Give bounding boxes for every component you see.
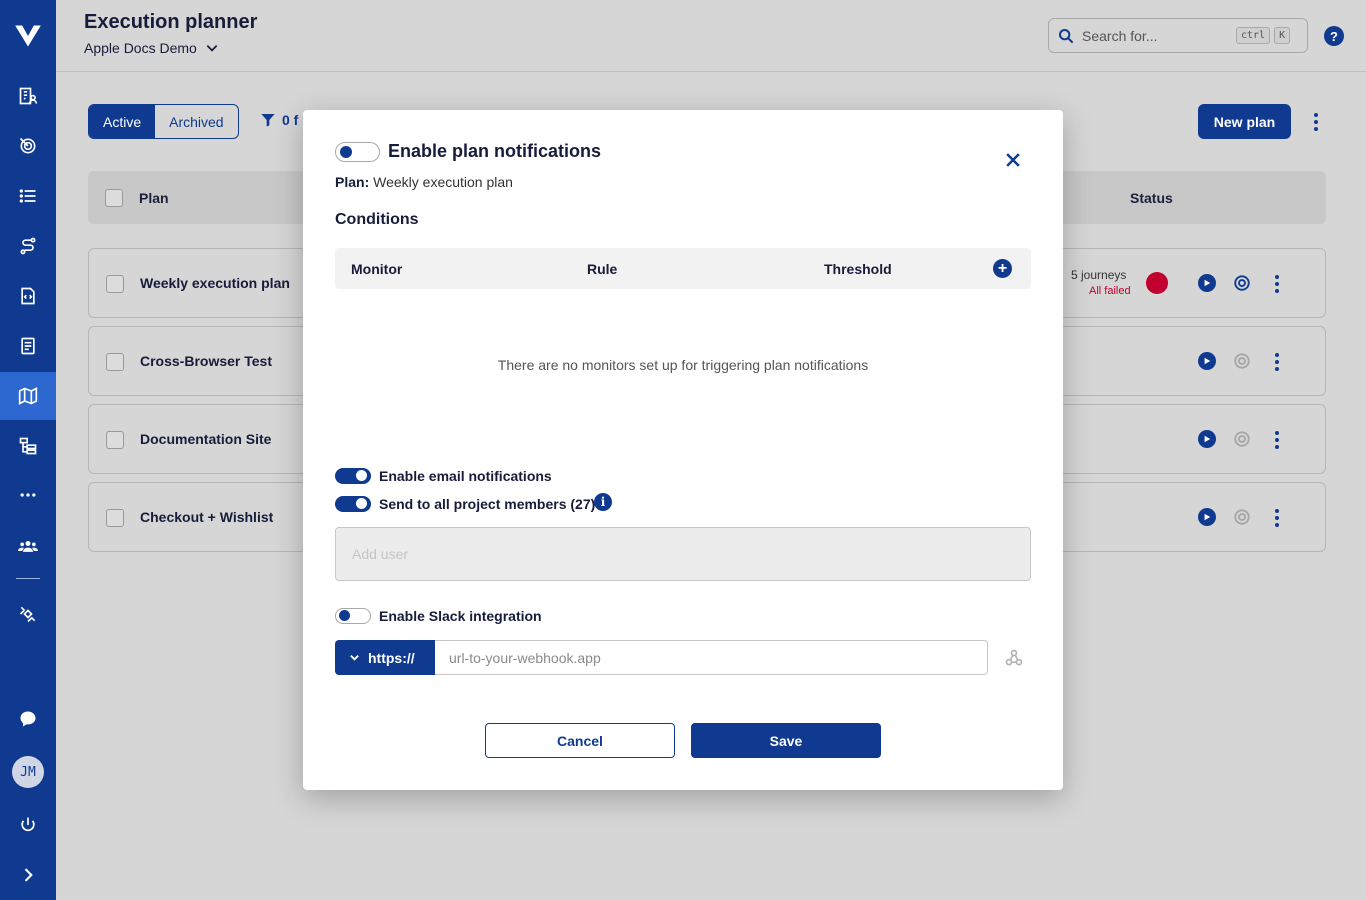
close-icon[interactable] bbox=[1003, 150, 1023, 170]
plan-value: Weekly execution plan bbox=[373, 174, 513, 190]
plan-label: Plan: bbox=[335, 174, 370, 190]
slack-integration-toggle[interactable] bbox=[335, 608, 371, 624]
column-threshold: Threshold bbox=[824, 261, 892, 277]
add-condition-icon[interactable]: + bbox=[993, 259, 1012, 278]
email-notifications-label: Enable email notifications bbox=[379, 468, 552, 484]
modal-title: Enable plan notifications bbox=[388, 141, 602, 161]
webhook-icon[interactable] bbox=[1004, 648, 1024, 668]
protocol-value: https:// bbox=[368, 649, 415, 666]
send-all-members-toggle[interactable] bbox=[335, 496, 371, 512]
slack-integration-label: Enable Slack integration bbox=[379, 608, 542, 624]
conditions-table-header: Monitor Rule Threshold + bbox=[335, 248, 1031, 289]
chevron-down-icon bbox=[350, 655, 359, 661]
cancel-button[interactable]: Cancel bbox=[485, 723, 675, 758]
protocol-dropdown[interactable]: https:// bbox=[335, 640, 435, 675]
plan-info: Plan: Weekly execution plan bbox=[335, 174, 513, 190]
send-all-members-label: Send to all project members (27) bbox=[379, 496, 596, 512]
column-rule: Rule bbox=[587, 261, 618, 277]
info-icon[interactable]: i bbox=[594, 493, 612, 511]
save-button[interactable]: Save bbox=[691, 723, 881, 758]
plan-notifications-toggle[interactable] bbox=[335, 142, 380, 162]
column-monitor: Monitor bbox=[351, 261, 403, 277]
notifications-modal: Enable plan notifications Plan: Weekly e… bbox=[303, 110, 1063, 790]
add-user-input[interactable] bbox=[335, 527, 1031, 581]
empty-conditions-message: There are no monitors set up for trigger… bbox=[497, 357, 869, 373]
conditions-heading: Conditions bbox=[335, 211, 419, 228]
webhook-url-input[interactable] bbox=[435, 640, 988, 675]
email-notifications-toggle[interactable] bbox=[335, 468, 371, 484]
